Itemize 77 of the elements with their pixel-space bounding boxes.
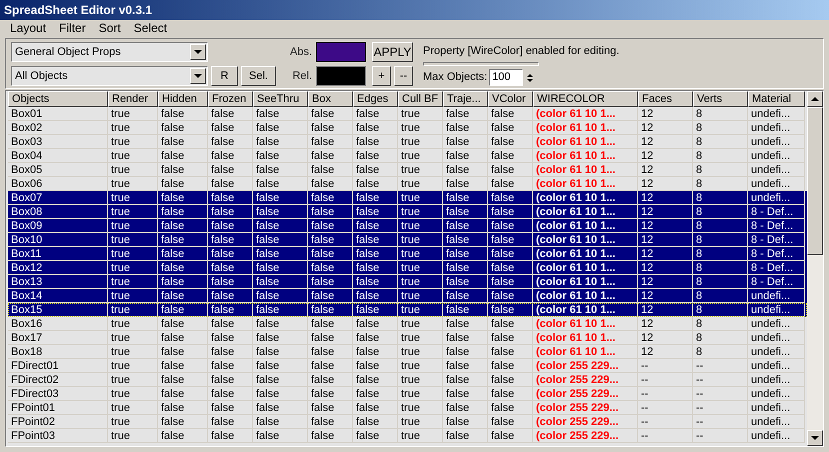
- status-text: Property [WireColor] enabled for editing.: [423, 44, 620, 59]
- table-row[interactable]: Box03 true false false false false false true false false (color 61 10 1... 12 8 undefi...: [8, 135, 807, 149]
- table-cell: --: [638, 429, 693, 443]
- column-header[interactable]: Traje...: [443, 91, 488, 107]
- column-header[interactable]: SeeThru: [253, 91, 308, 107]
- table-row[interactable]: Box01 true false false false false false true false false (color 61 10 1... 12 8 undefi...: [8, 107, 807, 121]
- menu-item[interactable]: Sort: [92, 20, 127, 37]
- column-header[interactable]: Verts: [693, 91, 748, 107]
- table-row[interactable]: Box10 true false false false false false true false false (color 61 10 1... 12 8 8 - Def...: [8, 233, 807, 247]
- caret-icon: [194, 50, 202, 54]
- table-row[interactable]: Box06 true false false false false false true false false (color 61 10 1... 12 8 undefi...: [8, 177, 807, 191]
- table-row[interactable]: Box07 true false false false false false true false false (color 61 10 1... 12 8 undefi...: [8, 191, 807, 205]
- table-row[interactable]: Box11 true false false false false false true false false (color 61 10 1... 12 8 8 - Def...: [8, 247, 807, 261]
- rel-label: Rel.: [291, 68, 312, 84]
- table-cell: undefi...: [748, 429, 805, 443]
- table-row[interactable]: FDirect01 true false false false false false true false false (color 255 229... -- -- undefi...: [8, 359, 807, 373]
- column-header[interactable]: Objects: [8, 91, 108, 107]
- menu-item[interactable]: Layout: [4, 20, 52, 37]
- column-header[interactable]: WIRECOLOR: [533, 91, 638, 107]
- column-header[interactable]: Edges: [353, 91, 398, 107]
- table-cell: FPoint03: [8, 429, 108, 443]
- table-row[interactable]: Box18 true false false false false false true false false (color 61 10 1... 12 8 undefi...: [8, 345, 807, 359]
- table-row[interactable]: FPoint02 true false false false false false true false false (color 255 229... -- -- undefi...: [8, 415, 807, 429]
- table-row[interactable]: Box16 true false false false false false true false false (color 61 10 1... 12 8 undefi...: [8, 317, 807, 331]
- table-row[interactable]: Box04 true false false false false false true false false (color 61 10 1... 12 8 undefi...: [8, 149, 807, 163]
- dropdown-button[interactable]: [190, 68, 206, 84]
- spinner-icon[interactable]: [525, 74, 536, 82]
- table-row[interactable]: Box17 true false false false false false true false false (color 61 10 1... 12 8 undefi...: [8, 331, 807, 345]
- table-row[interactable]: Box08 true false false false false false true false false (color 61 10 1... 12 8 8 - Def...: [8, 205, 807, 219]
- table-cell: false: [443, 429, 488, 443]
- abs-label: Abs.: [290, 44, 312, 60]
- table-row[interactable]: FDirect03 true false false false false false true false false (color 255 229... -- -- undefi...: [8, 387, 807, 401]
- caret-icon: [194, 74, 202, 78]
- selection-button[interactable]: Sel.: [241, 66, 276, 86]
- table-cell: true: [398, 429, 443, 443]
- column-header[interactable]: Cull BF: [398, 91, 443, 107]
- table-row[interactable]: FPoint01 true false false false false false true false false (color 255 229... -- -- undefi...: [8, 401, 807, 415]
- menu-item[interactable]: Select: [128, 20, 174, 37]
- menu-item[interactable]: Filter: [53, 20, 92, 37]
- table-row[interactable]: Box12 true false false false false false true false false (color 61 10 1... 12 8 8 - Def...: [8, 261, 807, 275]
- table-cell: false: [488, 429, 533, 443]
- column-header[interactable]: Box: [308, 91, 353, 107]
- max-objects-field[interactable]: 100: [489, 69, 524, 86]
- table-row[interactable]: Box09 true false false false false false true false false (color 61 10 1... 12 8 8 - Def...: [8, 219, 807, 233]
- color-swatch[interactable]: [316, 66, 366, 86]
- table-cell: (color 255 229...: [533, 429, 638, 443]
- apply-button[interactable]: APPLY: [372, 42, 413, 62]
- column-header[interactable]: Hidden: [158, 91, 208, 107]
- column-header[interactable]: Render: [108, 91, 158, 107]
- table-row[interactable]: Box02 true false false false false false true false false (color 61 10 1... 12 8 undefi...: [8, 121, 807, 135]
- refresh-button[interactable]: R: [211, 66, 238, 86]
- max-objects-label: Max Objects:: [423, 70, 488, 86]
- table-cell: false: [253, 429, 308, 443]
- dropdown[interactable]: General Object Props: [11, 42, 208, 62]
- table-cell: --: [693, 429, 748, 443]
- table-row[interactable]: Box05 true false false false false false true false false (color 61 10 1... 12 8 undefi...: [8, 163, 807, 177]
- minus-button[interactable]: --: [394, 66, 413, 86]
- column-header[interactable]: Faces: [638, 91, 693, 107]
- table-cell: false: [353, 429, 398, 443]
- table-row[interactable]: Box15 true false false false false false true false false (color 61 10 1... 12 8 undefi...: [8, 303, 807, 317]
- scrollbar[interactable]: [807, 91, 823, 446]
- table-cell: false: [158, 429, 208, 443]
- window-title: SpreadSheet Editor v0.3.1: [4, 2, 152, 19]
- dropdown-button[interactable]: [190, 44, 206, 60]
- table-row[interactable]: Box13 true false false false false false true false false (color 61 10 1... 12 8 8 - Def...: [8, 275, 807, 289]
- table-cell: true: [108, 429, 158, 443]
- column-header[interactable]: VColor: [488, 91, 533, 107]
- color-swatch[interactable]: [316, 42, 366, 62]
- table-cell: false: [308, 429, 353, 443]
- table-row[interactable]: FPoint03 true false false false false false true false false (color 255 229... -- -- undefi...: [8, 429, 807, 443]
- table-cell: false: [208, 429, 253, 443]
- plus-button[interactable]: +: [372, 66, 391, 86]
- dropdown[interactable]: All Objects: [11, 66, 208, 86]
- column-header[interactable]: Material: [748, 91, 805, 107]
- table-row[interactable]: Box14 true false false false false false true false false (color 61 10 1... 12 8 undefi...: [8, 289, 807, 303]
- table-row[interactable]: FDirect02 true false false false false false true false false (color 255 229... -- -- undefi...: [8, 373, 807, 387]
- column-header[interactable]: Frozen: [208, 91, 253, 107]
